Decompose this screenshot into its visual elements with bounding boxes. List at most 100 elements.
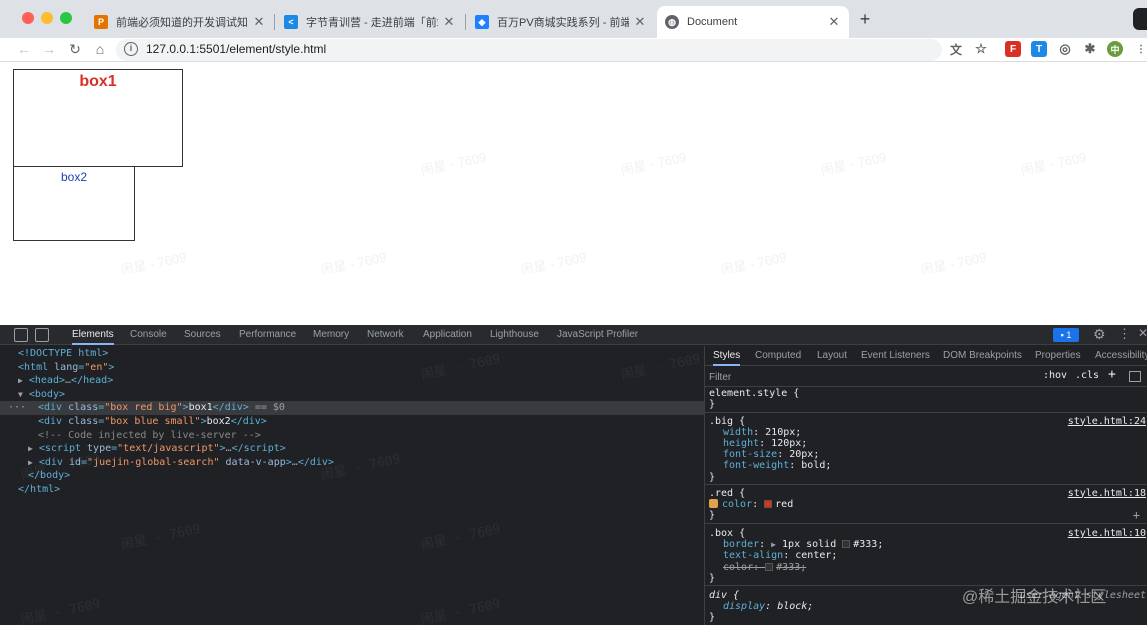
browser-tab[interactable]: < 字节青训营 - 走进前端「前端必… ✕ — [276, 6, 464, 38]
tab-javascript-profiler[interactable]: JavaScript Profiler — [557, 325, 638, 345]
tab-styles[interactable]: Styles — [713, 346, 741, 366]
close-tab-icon[interactable]: ✕ — [442, 14, 456, 30]
rule-divider — [705, 412, 1147, 413]
decl-font-size[interactable]: font-size: 20px; — [705, 449, 1147, 460]
box1[interactable]: box1 — [13, 69, 183, 167]
tab-sources[interactable]: Sources — [184, 325, 221, 345]
rule-big-selector[interactable]: .big { style.html:24 — [705, 416, 1147, 427]
box2[interactable]: box2 — [13, 166, 135, 241]
tab-layout[interactable]: Layout — [817, 346, 847, 366]
profile-avatar[interactable]: 中 — [1107, 41, 1123, 57]
close-tab-icon[interactable]: ✕ — [633, 14, 647, 30]
styles-tab-bar: Styles Computed Layout Event Listeners D… — [705, 346, 1147, 366]
decl-border[interactable]: border: ▶ 1px solid #333; — [705, 539, 1147, 550]
color-swatch-icon[interactable] — [764, 499, 773, 508]
translate-icon[interactable]: 文 — [948, 41, 964, 57]
tab-console[interactable]: Console — [130, 325, 167, 345]
url-text[interactable]: 127.0.0.1:5501/element/style.html — [146, 42, 326, 56]
tab-elements[interactable]: Elements — [72, 325, 114, 345]
tab-computed[interactable]: Computed — [755, 346, 801, 366]
source-link[interactable]: style.html:18 — [1068, 488, 1146, 499]
address-bar[interactable]: i 127.0.0.1:5501/element/style.html — [116, 39, 942, 61]
more-options-icon[interactable]: ⋮ — [1118, 326, 1131, 342]
inspect-element-icon[interactable] — [14, 328, 28, 342]
tab-performance[interactable]: Performance — [239, 325, 296, 345]
close-devtools-icon[interactable]: ✕ — [1138, 326, 1147, 340]
tab-network[interactable]: Network — [367, 325, 404, 345]
cls-toggle[interactable]: .cls — [1075, 370, 1099, 381]
color-swatch-icon[interactable] — [842, 540, 851, 549]
source-link[interactable]: style.html:24 — [1068, 416, 1146, 427]
toggle-sidebar-icon[interactable] — [1129, 371, 1141, 382]
bookmark-star-icon[interactable]: ☆ — [973, 41, 989, 57]
expand-shorthand-icon[interactable]: ▶ — [771, 540, 776, 549]
tab-properties[interactable]: Properties — [1035, 346, 1081, 366]
close-tab-icon[interactable]: ✕ — [252, 14, 266, 30]
color-swatch-icon[interactable] — [765, 562, 774, 571]
dom-body-node[interactable]: ▼ <body> — [0, 388, 704, 402]
decl-height[interactable]: height: 120px; — [705, 438, 1147, 449]
dom-comment[interactable]: <!-- Code injected by live-server --> — [0, 429, 704, 443]
watermark: 闹星 - 7609 — [919, 249, 988, 278]
browser-menu-icon[interactable]: ⋮ — [1133, 41, 1147, 57]
close-tab-icon[interactable]: ✕ — [827, 14, 841, 30]
maximize-window-button[interactable] — [60, 12, 72, 24]
property-checkbox[interactable] — [709, 498, 718, 508]
rule-close: } — [709, 471, 716, 483]
collapse-triangle-icon[interactable]: ▼ — [18, 390, 23, 399]
minimize-window-button[interactable] — [41, 12, 53, 24]
watermark: 闹星 - 7609 — [1019, 149, 1088, 178]
reload-icon[interactable]: ↻ — [66, 40, 84, 58]
extension-red-icon[interactable]: F — [1005, 41, 1021, 57]
extension-translate-icon[interactable]: T — [1031, 41, 1047, 57]
site-info-icon[interactable]: i — [124, 42, 138, 56]
extension-badge-icon[interactable]: ◎ — [1057, 41, 1073, 57]
code-favicon-icon: < — [284, 15, 298, 29]
dom-html-node[interactable]: <html lang="en"> — [0, 361, 704, 375]
new-style-rule-icon[interactable]: + — [1108, 367, 1116, 382]
rule-box-selector[interactable]: .box { style.html:10 — [705, 528, 1147, 539]
tab-accessibility[interactable]: Accessibility — [1095, 346, 1147, 366]
rule-divider — [705, 484, 1147, 485]
dom-script-node[interactable]: ▶ <script type="text/javascript">…</scri… — [0, 442, 704, 456]
watermark: 闹星 - 7609 — [119, 249, 188, 278]
hov-toggle[interactable]: :hov — [1043, 370, 1067, 381]
browser-tab-strip: P 前端必须知道的开发调试知识.ppt ✕ < 字节青训营 - 走进前端「前端必… — [0, 0, 1147, 38]
dom-doctype[interactable]: <!DOCTYPE html> — [0, 347, 704, 361]
back-arrow-icon[interactable]: ← — [15, 40, 33, 58]
tab-search-button[interactable] — [1133, 8, 1147, 30]
browser-tab-active[interactable]: ◍ Document ✕ — [657, 6, 849, 38]
add-property-icon[interactable]: + — [1133, 509, 1140, 521]
styles-filter-input[interactable] — [709, 370, 1029, 384]
decl-text-align[interactable]: text-align: center; — [705, 550, 1147, 561]
extensions-puzzle-icon[interactable]: ✱ — [1082, 41, 1098, 57]
dom-html-close[interactable]: </html> — [0, 483, 704, 497]
device-toolbar-icon[interactable] — [35, 328, 49, 342]
globe-favicon-icon: ◍ — [665, 15, 679, 29]
source-link[interactable]: style.html:10 — [1068, 528, 1146, 539]
tab-dom-breakpoints[interactable]: DOM Breakpoints — [943, 346, 1022, 366]
expand-triangle-icon[interactable]: ▶ — [18, 376, 23, 385]
tab-lighthouse[interactable]: Lighthouse — [490, 325, 539, 345]
browser-tab[interactable]: ◆ 百万PV商城实践系列 - 前端长列… ✕ — [467, 6, 655, 38]
settings-gear-icon[interactable]: ⚙ — [1093, 326, 1106, 343]
forward-arrow-icon[interactable]: → — [40, 40, 58, 58]
rule-element-style[interactable]: element.style { — [705, 388, 1147, 399]
new-tab-button[interactable]: + — [856, 10, 874, 28]
dom-div-box2[interactable]: <div class="box blue small">box2</div> — [0, 415, 704, 429]
tab-memory[interactable]: Memory — [313, 325, 349, 345]
decl-font-weight[interactable]: font-weight: bold; — [705, 460, 1147, 471]
dom-head-node[interactable]: ▶ <head>…</head> — [0, 374, 704, 388]
home-icon[interactable]: ⌂ — [91, 40, 109, 58]
decl-width[interactable]: width: 210px; — [705, 427, 1147, 438]
tab-application[interactable]: Application — [423, 325, 472, 345]
decl-color-red[interactable]: color: red — [705, 498, 1147, 510]
expand-triangle-icon[interactable]: ▶ — [28, 444, 33, 453]
dom-div-box1-selected[interactable]: ··· <div class="box red big">box1</div> … — [0, 401, 704, 415]
close-window-button[interactable] — [22, 12, 34, 24]
rule-red-selector[interactable]: .red { style.html:18 — [705, 488, 1147, 499]
issues-badge[interactable]: ▪ 1 — [1053, 328, 1079, 342]
browser-tab[interactable]: P 前端必须知道的开发调试知识.ppt ✕ — [86, 6, 274, 38]
decl-color-overridden[interactable]: color: #333; — [705, 562, 1147, 573]
tab-event-listeners[interactable]: Event Listeners — [861, 346, 930, 366]
